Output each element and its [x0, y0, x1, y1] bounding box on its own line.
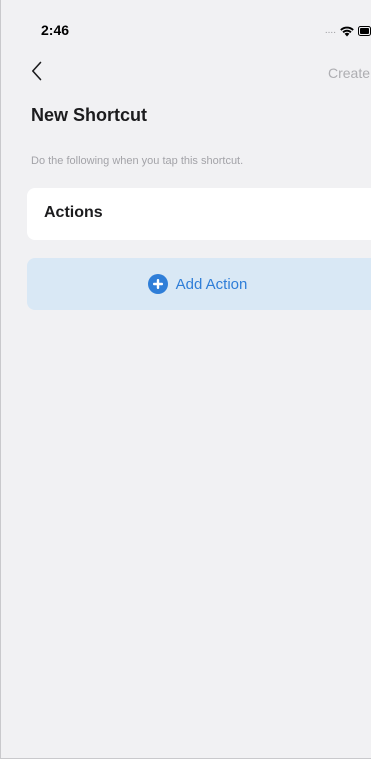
battery-icon — [358, 26, 371, 36]
back-button[interactable] — [31, 60, 51, 86]
nav-bar: Create — [1, 58, 371, 90]
page-title: New Shortcut — [31, 105, 148, 125]
wifi-icon — [340, 26, 354, 37]
signal-icon: .... — [324, 25, 336, 36]
actions-header: Actions — [44, 204, 103, 221]
add-action-label: Add Action — [175, 275, 248, 293]
chevron-left-icon — [31, 61, 42, 86]
create-button[interactable]: Create — [328, 65, 370, 81]
screen: 2:46 .... Create New Shortcut Do the fol… — [0, 0, 371, 759]
status-time: 2:46 — [41, 22, 70, 38]
status-icons: .... — [325, 25, 371, 37]
plus-circle-icon — [147, 274, 168, 294]
page-subtitle: Do the following when you tap this short… — [31, 155, 244, 167]
status-bar: 2:46 .... — [1, 0, 371, 44]
add-action-button[interactable]: Add Action — [27, 258, 371, 310]
actions-card: Actions — [27, 188, 371, 240]
